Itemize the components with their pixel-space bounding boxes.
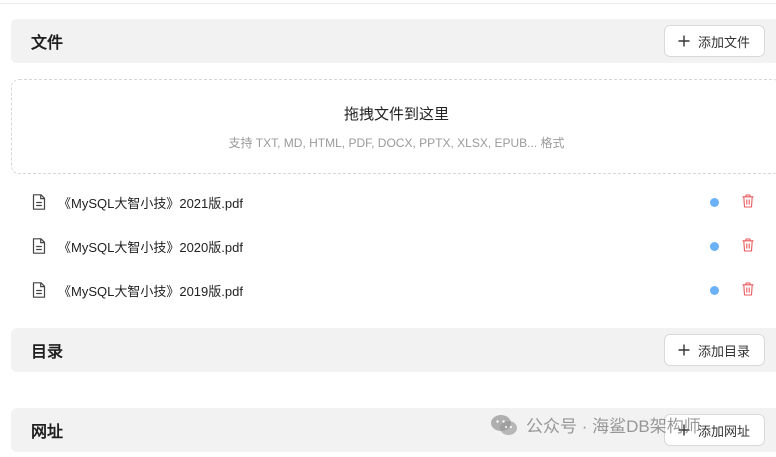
directory-section-header: 目录 添加目录: [11, 328, 776, 372]
top-divider: [0, 0, 776, 4]
files-section-header: 文件 添加文件: [11, 19, 776, 63]
trash-icon[interactable]: [742, 282, 754, 296]
document-icon: [32, 238, 46, 254]
watermark: 公众号 · 海鲨DB架构师: [490, 412, 701, 437]
file-row[interactable]: 《MySQL大智小技》2019版.pdf: [11, 268, 776, 312]
url-section-title: 网址: [31, 424, 64, 441]
add-url-label: 添加网址: [697, 423, 750, 439]
status-dot: [710, 198, 719, 207]
file-name: 《MySQL大智小技》2019版.pdf: [58, 283, 243, 299]
file-row[interactable]: 《MySQL大智小技》2021版.pdf: [11, 180, 776, 224]
directory-section-title: 目录: [31, 344, 64, 361]
files-section-title: 文件: [31, 35, 64, 52]
plus-icon: [678, 35, 690, 47]
file-row[interactable]: 《MySQL大智小技》2020版.pdf: [11, 224, 776, 268]
trash-icon[interactable]: [742, 238, 754, 252]
status-dot: [710, 242, 719, 251]
trash-icon[interactable]: [742, 194, 754, 208]
wechat-icon: [491, 414, 517, 435]
dropzone-title: 拖拽文件到这里: [343, 105, 449, 123]
file-list: 《MySQL大智小技》2021版.pdf 《MySQL大智小技》2020版.pd…: [11, 180, 776, 312]
dropzone-hint: 支持 TXT, MD, HTML, PDF, DOCX, PPTX, XLSX,…: [228, 135, 565, 150]
status-dot: [710, 286, 719, 295]
add-directory-label: 添加目录: [697, 343, 750, 359]
add-directory-button[interactable]: 添加目录: [663, 334, 765, 366]
add-file-label: 添加文件: [697, 34, 750, 50]
document-icon: [32, 194, 46, 210]
plus-icon: [678, 344, 690, 356]
watermark-text: 公众号 · 海鲨DB架构师: [526, 417, 701, 436]
file-name: 《MySQL大智小技》2020版.pdf: [58, 239, 243, 255]
document-icon: [32, 282, 46, 298]
file-name: 《MySQL大智小技》2021版.pdf: [58, 195, 243, 211]
file-dropzone[interactable]: 拖拽文件到这里 支持 TXT, MD, HTML, PDF, DOCX, PPT…: [11, 79, 776, 174]
add-file-button[interactable]: 添加文件: [663, 25, 765, 57]
